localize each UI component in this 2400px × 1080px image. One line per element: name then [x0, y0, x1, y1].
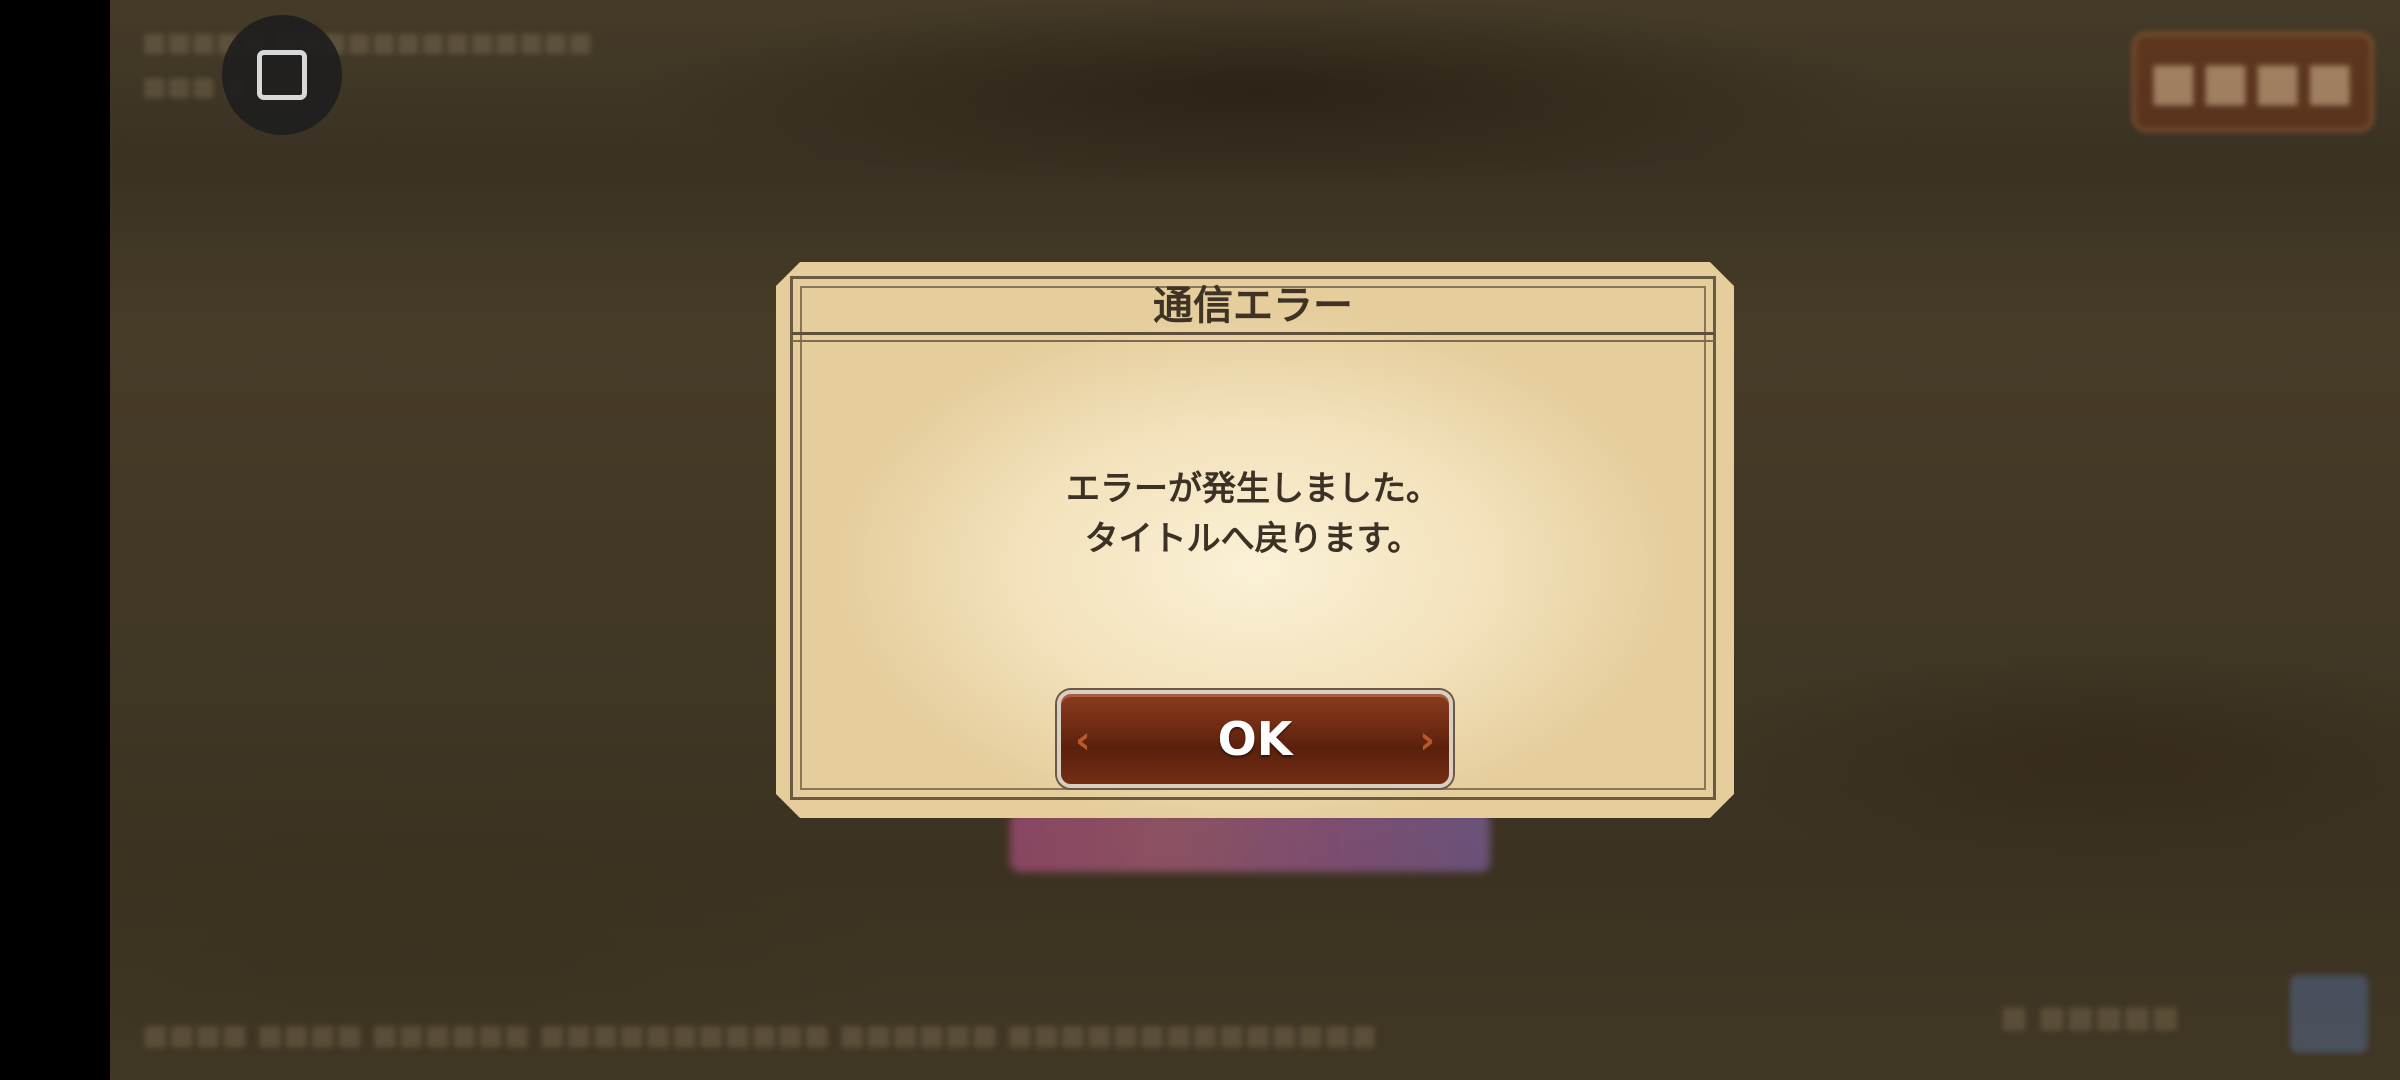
chevron-right-icon: ›: [1419, 718, 1435, 762]
dialog-message-line-2: タイトルへ戻ります。: [1084, 519, 1422, 559]
dialog-message-line-1: エラーが発生しました。: [1066, 469, 1440, 509]
dialog-message: エラーが発生しました。 タイトルへ戻ります。: [790, 464, 1716, 564]
game-screen: ■■■■■ ■■■■■■■■■■■■■ ■■■ ■ ■■■■ ■■■■ ■■■■…: [0, 0, 2400, 1080]
dialog-title: 通信エラー: [1153, 283, 1353, 329]
square-icon: [257, 50, 307, 100]
ok-button[interactable]: ‹ OK ›: [1057, 690, 1453, 788]
ok-button-label: OK: [1217, 712, 1293, 766]
overview-button[interactable]: [222, 15, 342, 135]
left-black-bar: [0, 0, 110, 1080]
